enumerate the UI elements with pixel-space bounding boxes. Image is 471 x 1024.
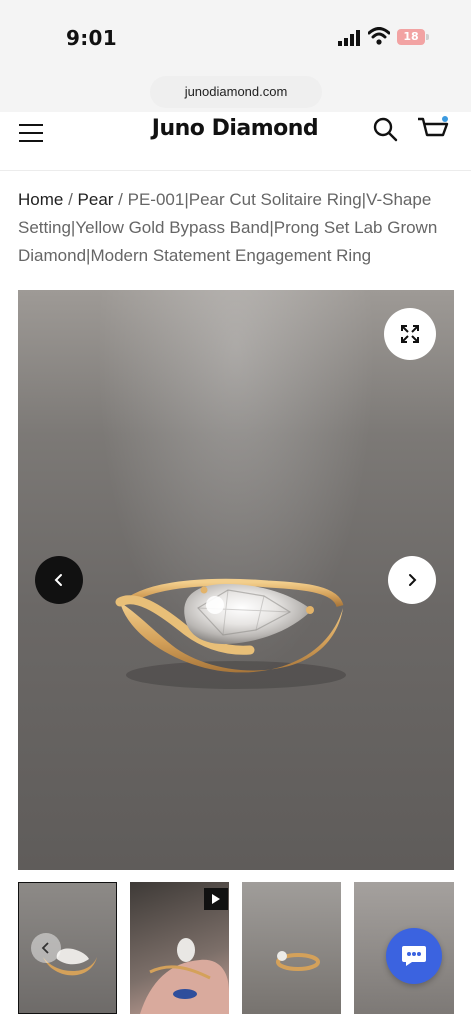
battery-icon: 18 — [397, 29, 425, 45]
chat-icon — [402, 946, 426, 966]
product-image-gallery[interactable] — [18, 290, 454, 870]
browser-bar: junodiamond.com — [0, 72, 471, 112]
breadcrumb-home[interactable]: Home — [18, 190, 63, 209]
search-icon[interactable] — [372, 116, 398, 142]
brand-logo[interactable]: Juno Diamond — [150, 116, 320, 141]
thumbnail-2[interactable] — [130, 882, 229, 1014]
expand-button[interactable] — [384, 308, 436, 360]
play-icon — [212, 894, 220, 904]
status-bar: 9:01 18 — [0, 0, 471, 72]
status-time: 9:01 — [66, 26, 117, 50]
battery-level: 18 — [403, 30, 419, 43]
signal-icon — [338, 30, 360, 46]
next-image-button[interactable] — [388, 556, 436, 604]
breadcrumb: Home / Pear / PE-001|Pear Cut Solitaire … — [18, 186, 458, 270]
ring-side-thumbnail — [276, 951, 320, 971]
site-header: Juno Diamond — [0, 112, 471, 171]
breadcrumb-category[interactable]: Pear — [78, 190, 114, 209]
previous-image-button[interactable] — [35, 556, 83, 604]
thumbnail-prev-button[interactable] — [31, 933, 61, 963]
url-text: junodiamond.com — [184, 84, 288, 99]
chevron-left-icon — [54, 574, 62, 586]
wifi-icon — [368, 27, 390, 45]
chevron-left-icon — [41, 942, 49, 954]
video-badge — [204, 888, 228, 910]
chat-button[interactable] — [386, 928, 442, 984]
thumbnail-1[interactable] — [18, 882, 117, 1014]
cart-icon[interactable] — [416, 116, 450, 142]
menu-icon[interactable] — [19, 124, 43, 142]
thumbnail-3[interactable] — [242, 882, 341, 1014]
breadcrumb-separator: / — [63, 190, 78, 209]
breadcrumb-separator: / — [113, 190, 128, 209]
battery-tip — [426, 34, 429, 40]
expand-icon — [401, 325, 419, 343]
chevron-right-icon — [409, 574, 417, 586]
url-pill[interactable]: junodiamond.com — [150, 76, 322, 108]
